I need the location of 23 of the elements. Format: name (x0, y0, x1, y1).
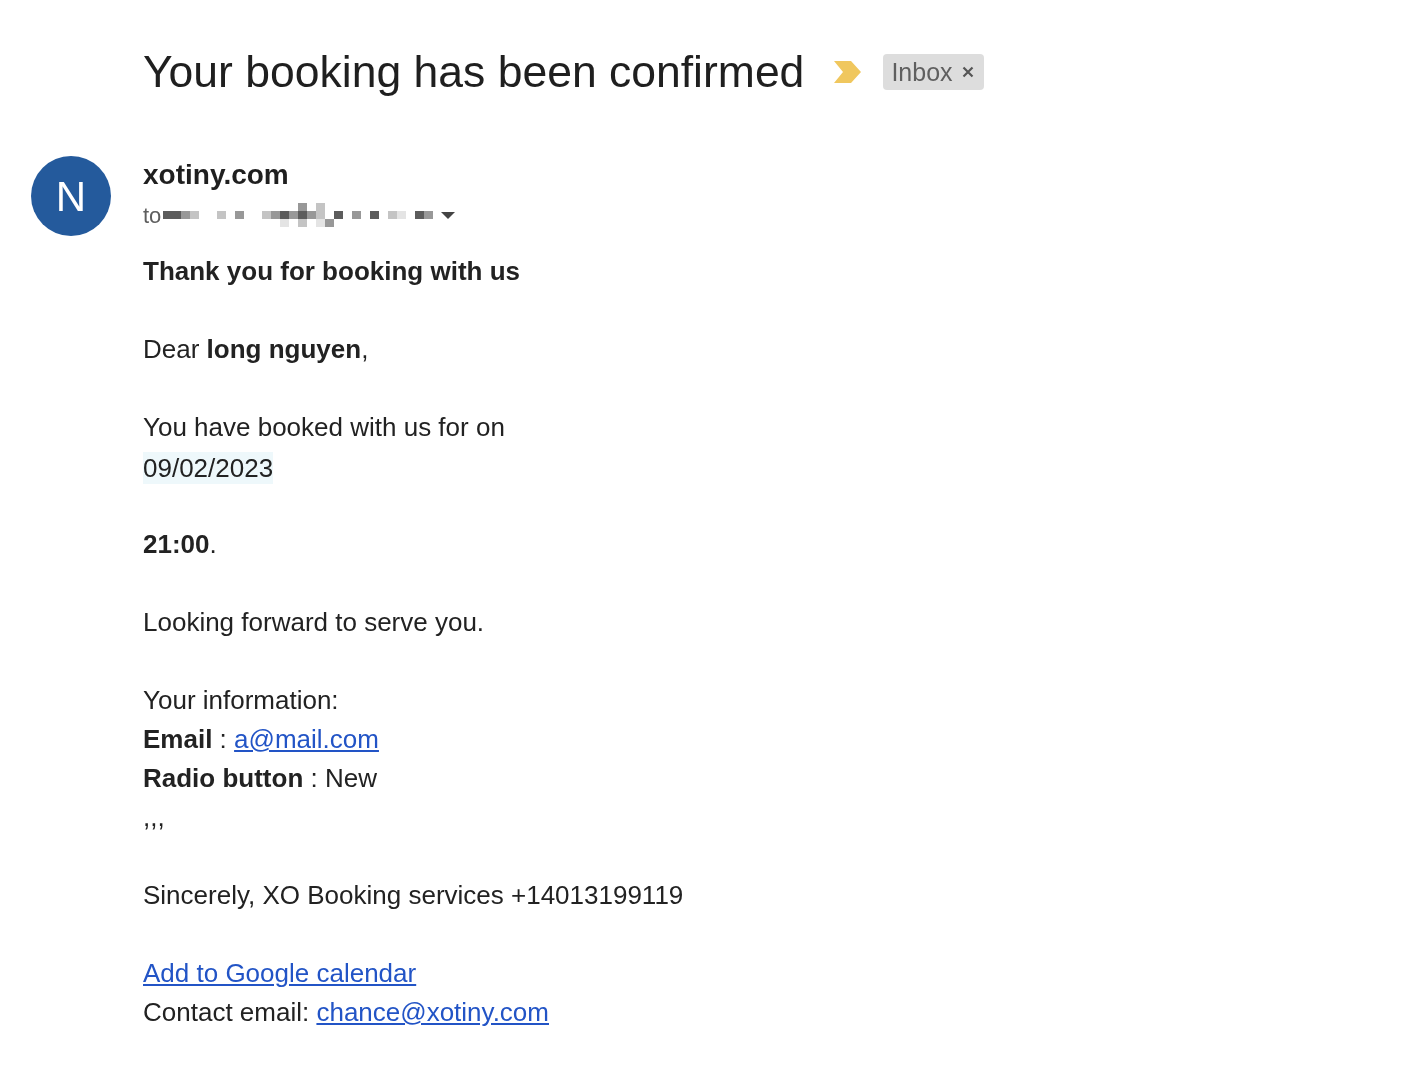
greeting-heading: Thank you for booking with us (143, 255, 520, 288)
body-text: 21:00. (143, 528, 217, 561)
info-line: Radio button : New (143, 762, 377, 795)
caret-down-icon[interactable] (441, 211, 456, 219)
body-text: Looking forward to serve you. (143, 606, 485, 639)
body-text: ,,, (143, 801, 165, 834)
sender-name: xotiny.com (143, 158, 289, 192)
body-text: Sincerely, XO Booking services +14013199119 (143, 879, 684, 912)
body-text: You have booked with us for on (143, 411, 505, 444)
text-link[interactable]: Add to Google calendar (143, 958, 417, 988)
body-text: Your information: (143, 684, 339, 717)
booking-date: 09/02/2023 (143, 452, 274, 485)
contact-line: Contact email: chance@xotiny.com (143, 996, 549, 1029)
info-line: Email : a@mail.com (143, 723, 379, 756)
email-link[interactable]: a@mail.com (234, 724, 379, 754)
email-link[interactable]: chance@xotiny.com (316, 997, 549, 1027)
email-subject: Your booking has been confirmed (143, 46, 805, 98)
sender-avatar: N (31, 156, 111, 236)
label-name: Inbox (891, 57, 953, 87)
body-text: Dear long nguyen, (143, 333, 369, 366)
importance-marker-icon[interactable] (834, 61, 862, 83)
close-icon[interactable] (961, 66, 974, 78)
recipient-prefix: to (143, 201, 162, 230)
